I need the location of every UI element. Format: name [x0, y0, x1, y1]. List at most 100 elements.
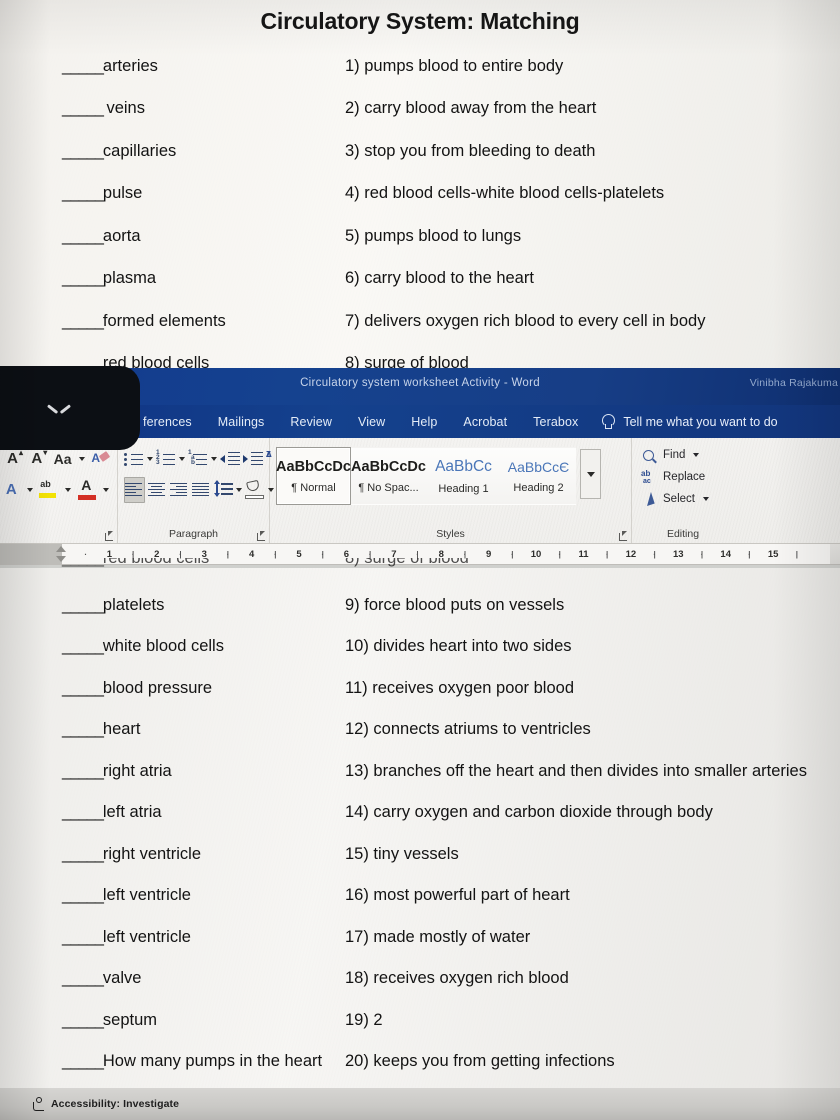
matching-definition: 10) divides heart into two sides	[345, 637, 572, 656]
account-name: Vinibha Rajakuma	[749, 377, 838, 389]
change-case-caret-icon[interactable]	[78, 447, 87, 471]
style-name: ¶ Normal	[291, 481, 336, 494]
decrease-indent-icon[interactable]	[220, 446, 240, 472]
numbering-icon[interactable]: 1 2 3	[156, 446, 176, 472]
styles-dialog-launcher-icon[interactable]	[618, 531, 628, 541]
answer-blank: _____	[62, 269, 104, 288]
align-center-icon[interactable]	[148, 477, 167, 503]
style-name: Heading 2	[513, 481, 564, 494]
bullets-caret-icon[interactable]	[147, 447, 153, 471]
matching-term: _____valve	[0, 969, 345, 988]
ribbon-group-font: A ▴ A ▾ Aa A	[0, 438, 118, 543]
matching-row: _____white blood cells 10) divides heart …	[0, 637, 840, 656]
find-button[interactable]: Find	[640, 444, 836, 466]
styles-gallery-more-icon[interactable]	[580, 449, 601, 499]
clipped-blank: _____	[62, 558, 104, 567]
matching-row: _____platelets 9) force blood puts on ves…	[0, 596, 840, 615]
style-item-3[interactable]: AaBbCс Heading 1	[426, 447, 501, 505]
tab-acrobat[interactable]: Acrobat	[450, 415, 520, 429]
matching-row: _____septum 19) 2	[0, 1011, 840, 1030]
tell-me-box[interactable]: Tell me what you want to do	[601, 414, 778, 429]
tab-mailings[interactable]: Mailings	[205, 415, 278, 429]
increase-indent-icon[interactable]	[243, 446, 263, 472]
answer-blank: _____	[62, 184, 104, 203]
line-spacing-icon[interactable]	[214, 477, 233, 503]
align-left-icon[interactable]	[124, 476, 145, 503]
matching-term: _____left ventricle	[0, 928, 345, 947]
document-page-top: Circulatory System: Matching _____arteri…	[0, 0, 840, 372]
term-text: capillaries	[102, 141, 177, 160]
select-caret-icon[interactable]	[702, 497, 709, 501]
tab-view[interactable]: View	[345, 415, 398, 429]
matching-row: _____heart 12) connects atriums to ventri…	[0, 720, 840, 739]
font-color-icon[interactable]	[76, 477, 98, 503]
paragraph-dialog-launcher-icon[interactable]	[256, 531, 266, 541]
ribbon-group-paragraph: 1 2 3 1 a b A Z Paragraph	[118, 438, 296, 543]
styles-gallery: AaBbCcDc ¶ Normal AaBbCcDc ¶ No Spac... AaBb…	[276, 443, 625, 505]
answer-blank: _____	[62, 1052, 104, 1071]
numbering-caret-icon[interactable]	[179, 447, 185, 471]
matching-term: _____right atria	[0, 762, 345, 781]
matching-definition: 18) receives oxygen rich blood	[345, 969, 569, 988]
matching-definition: 12) connects atriums to ventricles	[345, 720, 591, 739]
multilevel-list-icon[interactable]: 1 a b	[188, 446, 208, 472]
term-text: left ventricle	[102, 886, 191, 905]
style-item-4[interactable]: AaBbCcЄ Heading 2	[501, 447, 576, 505]
term-text: veins	[106, 99, 145, 118]
term-text: How many pumps in the heart	[102, 1052, 323, 1071]
matching-row: _____right ventricle 15) tiny vessels	[0, 845, 840, 864]
styles-group-label: Styles	[436, 528, 465, 540]
matching-definition: 6) carry blood to the heart	[345, 269, 534, 288]
ribbon-group-editing: Find Replace Select Editing	[632, 438, 840, 543]
indent-markers[interactable]	[56, 546, 66, 562]
align-right-icon[interactable]	[170, 477, 189, 503]
chevron-down-icon[interactable]	[48, 400, 70, 422]
matching-row: _____pulse 4) red blood cells-white blood…	[0, 184, 840, 203]
bullets-icon[interactable]	[124, 446, 144, 472]
matching-definition: 15) tiny vessels	[345, 844, 459, 863]
answer-blank: _____	[62, 596, 104, 614]
text-effects-caret-icon[interactable]	[25, 478, 35, 502]
replace-button[interactable]: Replace	[640, 466, 836, 488]
tab-references[interactable]: ferences	[130, 415, 205, 429]
font-color-caret-icon[interactable]	[101, 478, 111, 502]
answer-blank: _____	[62, 99, 107, 118]
answer-blank: _____	[62, 720, 104, 739]
hanging-indent-marker[interactable]	[56, 556, 66, 562]
tell-me-label: Tell me what you want to do	[623, 414, 778, 429]
style-item-1[interactable]: AaBbCcDc ¶ Normal	[276, 447, 351, 505]
tab-review[interactable]: Review	[277, 415, 345, 429]
text-effects-icon[interactable]: A	[0, 477, 22, 503]
answer-blank: _____	[62, 844, 104, 863]
multilevel-caret-icon[interactable]	[211, 447, 217, 471]
highlight-caret-icon[interactable]	[63, 478, 73, 502]
matching-definition: 3) stop you from bleeding to death	[345, 141, 596, 160]
tab-terabox[interactable]: Terabox	[520, 415, 591, 429]
line-spacing-caret-icon[interactable]	[236, 478, 242, 502]
style-preview: AaBbCcDc	[351, 458, 426, 475]
shading-icon[interactable]	[245, 477, 265, 503]
find-caret-icon[interactable]	[693, 453, 700, 457]
status-bar: Accessibility: Investigate	[0, 1088, 840, 1120]
select-button[interactable]: Select	[640, 488, 836, 510]
select-label: Select	[663, 493, 695, 505]
matching-definition: 16) most powerful part of heart	[345, 886, 570, 905]
justify-icon[interactable]	[192, 477, 211, 503]
overlay-panel[interactable]	[0, 366, 140, 450]
paragraph-group-label: Paragraph	[168, 528, 219, 540]
clipped-matching-row: _____red blood cells 8) surge of blood	[0, 558, 840, 574]
clipped-term: red blood cells	[102, 558, 210, 567]
answer-blank: _____	[62, 803, 104, 822]
style-item-2[interactable]: AaBbCcDc ¶ No Spac...	[351, 447, 426, 505]
accessibility-status[interactable]: Accessibility: Investigate	[51, 1098, 179, 1110]
matching-row: _____blood pressure 11) receives oxygen …	[0, 679, 840, 698]
screen-photo: Circulatory System: Matching _____arteri…	[0, 0, 840, 1120]
tab-help[interactable]: Help	[398, 415, 450, 429]
font-dialog-launcher-icon[interactable]	[104, 531, 114, 541]
matching-row: _____left atria 14) carry oxygen and carb…	[0, 803, 840, 822]
term-text: right ventricle	[102, 844, 202, 863]
text-highlight-color-icon[interactable]	[38, 477, 60, 503]
accessibility-person-icon	[32, 1097, 45, 1111]
term-text: blood pressure	[102, 678, 213, 697]
answer-blank: _____	[62, 761, 104, 780]
